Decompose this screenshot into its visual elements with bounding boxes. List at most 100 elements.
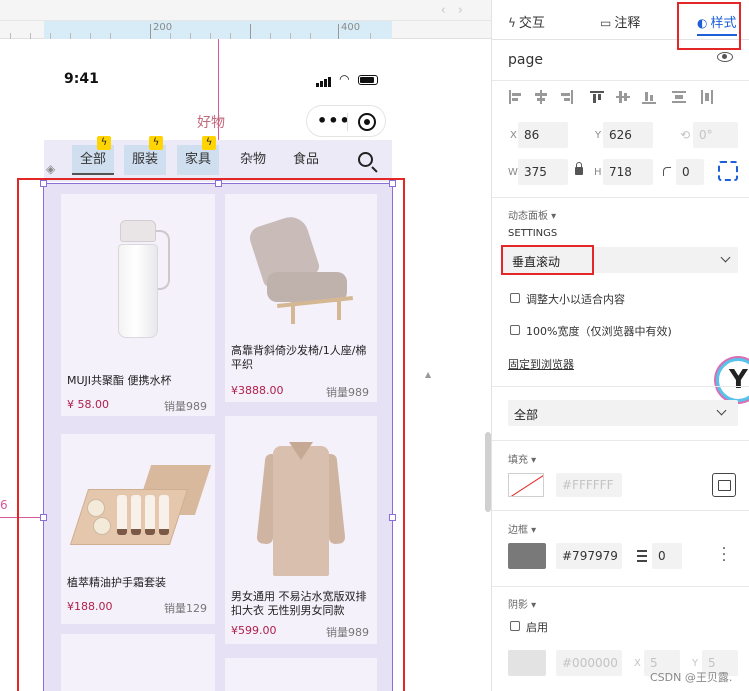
chevron-down-icon [720, 252, 731, 263]
ruler-tick [10, 33, 11, 39]
design-canvas[interactable]: ‹› 200 400 6 9:41 ◠ ••• 好物 全部 服装 家具 杂物 食… [0, 0, 491, 691]
close-target-icon[interactable] [358, 113, 376, 131]
y-field[interactable]: 626 [603, 122, 653, 148]
ruler-tick [50, 33, 51, 39]
scope-select[interactable]: 全部 [508, 400, 738, 426]
visibility-eye-icon[interactable] [717, 52, 733, 62]
tab-interaction[interactable]: ϟ 交互 [508, 12, 545, 31]
interaction-bolt-icon: ϟ [97, 136, 111, 150]
alignment-toolbar [508, 90, 738, 108]
ruler-tick [270, 33, 271, 39]
divider [492, 440, 749, 441]
align-right-icon[interactable] [560, 90, 574, 104]
align-top-icon[interactable] [590, 90, 604, 104]
ruler-label: 400 [341, 22, 361, 33]
app-logo-icon[interactable] [716, 358, 749, 402]
page-title: 好物 [197, 115, 225, 131]
dynamic-panel-section[interactable]: 动态面板 ▾ [508, 207, 556, 222]
shadow-enable-checkbox[interactable] [510, 621, 520, 631]
battery-icon [357, 74, 378, 85]
corner-radius-icon [663, 167, 671, 176]
divider [492, 197, 749, 198]
align-left-icon[interactable] [508, 90, 522, 104]
annotation-highlight-frame [17, 178, 405, 691]
pin-to-browser-link[interactable]: 固定到浏览器 [508, 356, 574, 372]
width-field[interactable]: 375 [518, 159, 568, 185]
ruler-tick [170, 33, 171, 39]
shadow-enable-label: 启用 [526, 621, 548, 634]
miniprogram-capsule[interactable]: ••• [306, 105, 386, 137]
shadow-section[interactable]: 阴影 ▾ [508, 596, 536, 611]
w-label: W [508, 167, 518, 178]
ruler-tick [150, 24, 151, 39]
category-tab-bar: 全部 服装 家具 杂物 食品 ϟ ϟ ϟ [44, 136, 392, 182]
distribute-horizontal-icon[interactable] [700, 90, 714, 104]
rotation-icon: ⟲ [680, 128, 691, 142]
fill-color-field[interactable]: #FFFFFF [556, 473, 622, 497]
border-color-field[interactable]: #797979 [556, 543, 622, 569]
scope-value: 全部 [514, 408, 539, 422]
lock-icon[interactable] [575, 162, 583, 175]
fit-content-checkbox[interactable] [510, 293, 520, 303]
fit-content-label: 调整大小以适合内容 [526, 293, 625, 306]
border-color-swatch[interactable] [508, 543, 546, 569]
canvas-toolbar [0, 0, 491, 20]
more-vertical-icon[interactable]: · · · [721, 542, 727, 568]
chevron-down-icon [716, 405, 727, 416]
capsule-divider [347, 113, 348, 131]
border-width-icon [637, 550, 647, 562]
x-field[interactable]: 86 [518, 122, 568, 148]
fill-color-swatch[interactable] [508, 473, 544, 497]
tab-notes[interactable]: ▭ 注释 [600, 12, 640, 31]
ruler-tick [30, 33, 31, 39]
border-section[interactable]: 边框 ▾ [508, 521, 536, 536]
rotation-field[interactable]: 0° [693, 122, 738, 148]
ruler-tick [90, 33, 91, 39]
shadow-x-label: X [634, 658, 641, 669]
align-center-icon[interactable] [534, 90, 548, 104]
x-label: X [510, 130, 517, 141]
tab-label: 注释 [614, 16, 641, 31]
ruler-tick [370, 33, 371, 39]
element-name[interactable]: page [508, 52, 543, 68]
ruler-tick [250, 24, 251, 39]
corner-radius-field[interactable]: 0 [676, 159, 704, 185]
bolt-icon: ϟ [508, 16, 516, 30]
scroll-up-arrow-icon[interactable]: ▲ [425, 370, 431, 379]
shadow-color-swatch[interactable] [508, 650, 546, 676]
divider [492, 510, 749, 511]
tab-food[interactable]: 食品 [285, 145, 327, 175]
ruler-scale [0, 20, 491, 39]
more-dots-icon[interactable]: ••• [317, 111, 351, 130]
ruler-label: 200 [153, 22, 173, 33]
divider [492, 80, 749, 81]
interaction-bolt-icon: ϟ [202, 136, 216, 150]
ruler-tick [338, 24, 339, 39]
distribute-vertical-icon[interactable] [672, 90, 686, 104]
h-label: H [594, 167, 602, 178]
fill-section[interactable]: 填充 ▾ [508, 451, 536, 466]
status-bar-time: 9:41 [64, 71, 99, 87]
search-icon[interactable] [358, 152, 373, 167]
watermark: CSDN @王贝露. [650, 671, 733, 684]
shadow-color-field[interactable]: #000000 [556, 650, 622, 676]
interaction-bolt-icon: ϟ [149, 136, 163, 150]
y-label: Y [595, 130, 602, 141]
border-width-field[interactable]: 0 [652, 543, 682, 569]
fit-expand-icon[interactable] [718, 161, 738, 181]
divider [492, 586, 749, 587]
full-width-checkbox[interactable] [510, 325, 520, 335]
annotation-highlight-frame [677, 2, 741, 50]
divider [492, 386, 749, 387]
align-middle-icon[interactable] [616, 90, 630, 104]
history-arrows-icon[interactable]: ‹› [441, 3, 475, 18]
ruler-tick [310, 33, 311, 39]
inspector-panel: ϟ 交互 ▭ 注释 ◐ 样式 page X 86 Y 626 ⟲ 0° W 375 H… [491, 0, 749, 691]
ruler-tick [70, 33, 71, 39]
align-bottom-icon[interactable] [642, 90, 656, 104]
fill-image-icon[interactable] [712, 473, 736, 497]
height-field[interactable]: 718 [603, 159, 653, 185]
tab-sundries[interactable]: 杂物 [232, 145, 274, 175]
comment-icon: ▭ [600, 16, 612, 30]
ruler-tick [210, 33, 211, 39]
